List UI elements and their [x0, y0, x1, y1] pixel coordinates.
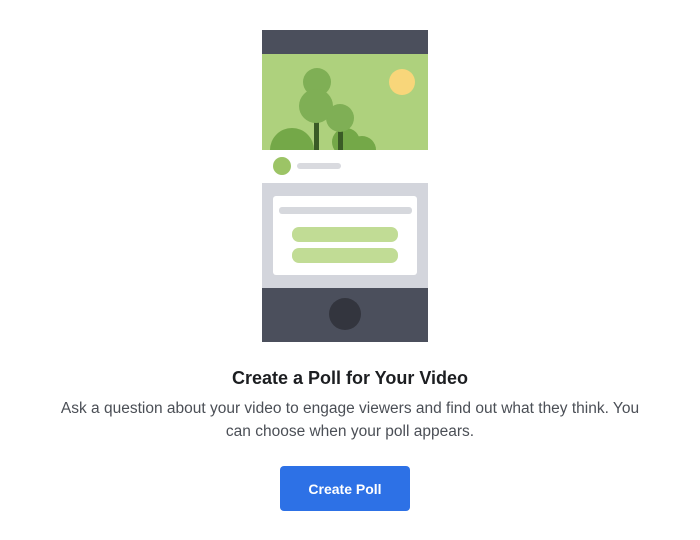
home-button-icon — [329, 298, 361, 330]
sun-icon — [389, 69, 415, 95]
create-poll-button[interactable]: Create Poll — [280, 466, 410, 511]
post-header — [262, 150, 428, 183]
phone-icon — [262, 30, 428, 342]
name-placeholder — [297, 163, 341, 169]
poll-option — [292, 227, 398, 242]
page-description: Ask a question about your video to engag… — [60, 400, 640, 440]
page-title: Create a Poll for Your Video — [231, 368, 469, 388]
avatar-icon — [273, 157, 291, 175]
poll-area — [262, 183, 428, 288]
phone-illustration — [262, 30, 428, 342]
poll-question-placeholder — [279, 207, 412, 214]
poll-option — [292, 248, 398, 263]
